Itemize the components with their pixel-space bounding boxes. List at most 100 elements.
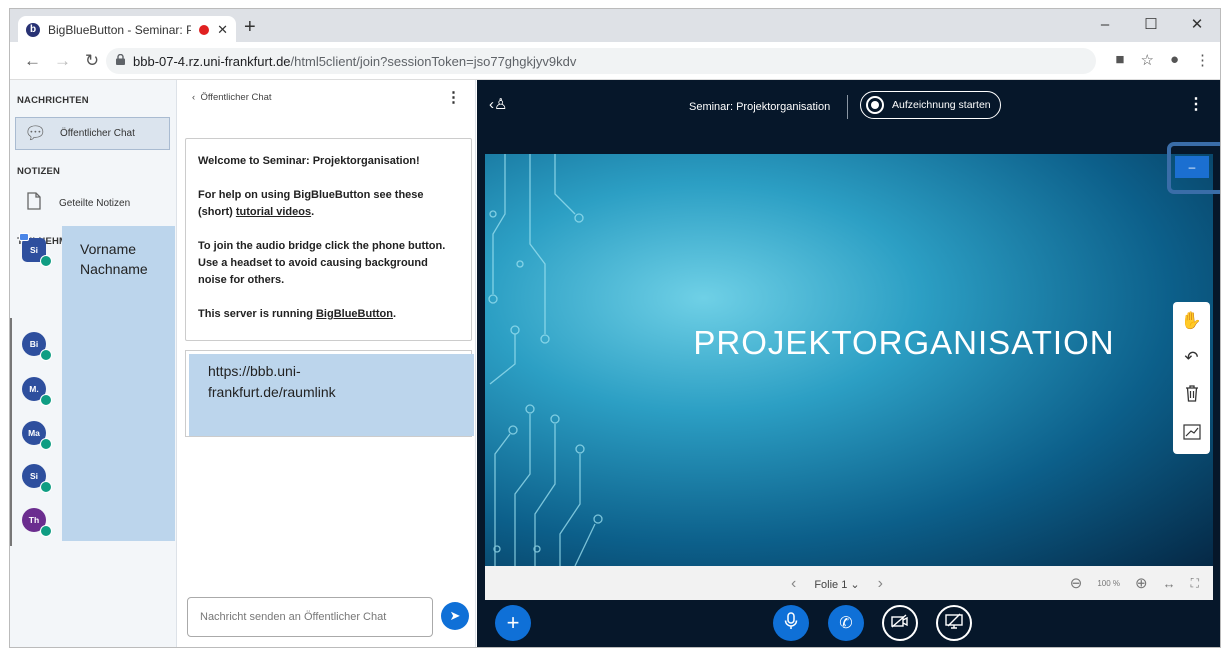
new-tab-button[interactable]: + <box>244 16 256 39</box>
more-menu-icon[interactable]: ⋮ <box>1195 51 1210 69</box>
sidebar-item-shared-notes[interactable]: Geteilte Notizen <box>15 187 170 220</box>
slide-selector[interactable]: Folie 1 ⌄ <box>814 578 859 591</box>
mute-button[interactable] <box>773 605 809 641</box>
screen-share-off-icon <box>945 613 963 634</box>
presenter-icon <box>19 233 29 241</box>
whiteboard-toolbar: ✋ ↶ <box>1173 302 1210 454</box>
message-text: https://bbb.uni-frankfurt.de/raumlink <box>208 363 336 400</box>
help-text: For help on using BigBlueButton see thes… <box>198 189 424 218</box>
divider <box>847 95 848 119</box>
window-controls: – ☐ ✕ <box>1082 9 1220 39</box>
microphone-status-icon <box>40 438 52 450</box>
chat-input[interactable]: Nachricht senden an Öffentlicher Chat <box>187 597 433 637</box>
selection-edge <box>10 318 12 546</box>
undo-icon[interactable]: ↶ <box>1184 348 1198 368</box>
next-slide-icon[interactable]: › <box>878 575 883 593</box>
chevron-left-icon: ‹ <box>192 92 196 103</box>
browser-tab[interactable]: b BigBlueButton - Seminar: Pro ✕ <box>18 16 236 43</box>
trash-icon[interactable] <box>1185 385 1199 407</box>
bigbluebutton-favicon-icon: b <box>26 22 40 37</box>
notes-heading: NOTIZEN <box>17 166 61 177</box>
share-webcam-button[interactable] <box>882 605 918 641</box>
slide-controls: ‹ Folie 1 ⌄ › ⊖ 100 % ⊕ ↔ ⛶ <box>485 566 1213 600</box>
user-avatar[interactable]: Bi <box>22 332 52 361</box>
zoom-in-icon[interactable]: ⊕ <box>1135 574 1148 592</box>
options-menu-icon[interactable]: ⋮ <box>1188 94 1204 114</box>
record-icon <box>866 96 884 114</box>
microphone-status-icon <box>40 525 52 537</box>
shared-notes-label: Geteilte Notizen <box>59 198 131 209</box>
browser-window: b BigBlueButton - Seminar: Pro ✕ + – ☐ ✕… <box>9 8 1221 648</box>
actions-button[interactable]: + <box>495 605 531 641</box>
messages-heading: NACHRICHTEN <box>17 95 89 106</box>
url-host: bbb-07-4.rz.uni-frankfurt.de <box>133 53 291 69</box>
browser-actions: ■ ☆ ● ⋮ <box>1115 51 1210 69</box>
document-icon <box>23 192 45 215</box>
url-path: /html5client/join?sessionToken=jso77ghgk… <box>290 53 577 69</box>
welcome-title: Welcome to Seminar: Projektorganisation! <box>198 155 420 167</box>
minimize-window-button[interactable]: – <box>1082 9 1128 39</box>
action-bar: + ✆ <box>477 600 1220 647</box>
microphone-status-icon <box>40 481 52 493</box>
url-field[interactable]: bbb-07-4.rz.uni-frankfurt.de/html5client… <box>106 48 1096 74</box>
recording-indicator-icon <box>199 24 210 35</box>
user-avatar[interactable]: Si <box>22 464 52 493</box>
highlighted-user-name: Vorname Nachname <box>80 241 148 277</box>
audio-text: To join the audio bridge click the phone… <box>198 240 446 286</box>
user-avatar[interactable]: M. <box>22 377 52 406</box>
chat-bubble-icon: 💬︎ <box>24 123 47 143</box>
meeting-name: Seminar: Projektorganisation <box>689 101 831 113</box>
user-avatar[interactable]: Si <box>19 233 52 267</box>
chat-message: https://bbb.uni-frankfurt.de/raumlink <box>185 350 474 437</box>
send-icon: ➤ <box>449 608 461 623</box>
bigbluebutton-link[interactable]: BigBlueButton <box>316 308 393 320</box>
star-icon[interactable]: ☆ <box>1140 51 1153 69</box>
user-avatar[interactable]: Ma <box>22 421 52 450</box>
line-tool-icon[interactable] <box>1182 424 1201 445</box>
bbb-client: NACHRICHTEN 💬︎ Öffentlicher Chat NOTIZEN… <box>10 80 1220 647</box>
forward-arrow-icon[interactable]: → <box>54 51 71 71</box>
microphone-status-icon <box>40 394 52 406</box>
welcome-message: Welcome to Seminar: Projektorganisation!… <box>185 138 472 341</box>
toggle-user-list-icon[interactable]: ‹♙ <box>489 95 507 113</box>
main-header: ‹♙ Seminar: Projektorganisation Aufzeich… <box>477 80 1220 130</box>
fit-width-icon[interactable]: ↔ <box>1163 576 1176 591</box>
tab-title: BigBlueButton - Seminar: Pro <box>48 22 192 37</box>
chevron-down-icon: ⌄ <box>850 578 860 591</box>
webcam-off-icon <box>891 613 909 633</box>
chat-header[interactable]: ‹ Öffentlicher Chat <box>192 92 272 103</box>
reload-icon[interactable]: ↻ <box>84 51 100 71</box>
phone-icon: ✆ <box>839 615 853 632</box>
slide-navigation: ‹ Folie 1 ⌄ › <box>791 575 883 593</box>
zoom-out-icon[interactable]: ⊖ <box>1070 574 1083 592</box>
close-window-button[interactable]: ✕ <box>1174 9 1220 39</box>
user-list-sidebar: NACHRICHTEN 💬︎ Öffentlicher Chat NOTIZEN… <box>10 80 177 647</box>
plus-icon: + <box>506 610 520 635</box>
send-button[interactable]: ➤ <box>441 602 469 630</box>
sidebar-item-public-chat[interactable]: 💬︎ Öffentlicher Chat <box>15 117 170 150</box>
chat-panel: ‹ Öffentlicher Chat ⋮ Welcome to Seminar… <box>178 80 476 647</box>
maximize-window-button[interactable]: ☐ <box>1128 9 1174 39</box>
presentation-area: ‹♙ Seminar: Projektorganisation Aufzeich… <box>477 80 1220 647</box>
back-arrow-icon[interactable]: ← <box>24 51 41 71</box>
minimize-presentation-button[interactable]: – <box>1175 156 1209 178</box>
zoom-level: 100 % <box>1097 578 1121 588</box>
tab-close-icon[interactable]: ✕ <box>217 22 228 38</box>
address-bar: ← → ↻ bbb-07-4.rz.uni-frankfurt.de/html5… <box>10 42 1220 80</box>
previous-slide-icon[interactable]: ‹ <box>791 575 796 593</box>
chat-options-icon[interactable]: ⋮ <box>446 88 461 106</box>
server-text: This server is running BigBlueButton. <box>198 308 397 320</box>
share-screen-button[interactable] <box>936 605 972 641</box>
lock-icon <box>116 53 125 68</box>
tab-bar: b BigBlueButton - Seminar: Pro ✕ + – ☐ ✕ <box>10 9 1220 43</box>
start-recording-button[interactable]: Aufzeichnung starten <box>860 91 1001 119</box>
fullscreen-icon[interactable]: ⛶ <box>1191 576 1199 591</box>
zoom-controls: ⊖ 100 % ⊕ ↔ ⛶ <box>1070 574 1199 592</box>
user-avatar[interactable]: Th <box>22 508 52 537</box>
leave-audio-button[interactable]: ✆ <box>828 605 864 641</box>
camera-indicator-icon[interactable]: ■ <box>1115 51 1124 69</box>
profile-icon[interactable]: ● <box>1170 51 1179 69</box>
microphone-status-icon <box>40 349 52 361</box>
tutorial-videos-link[interactable]: tutorial videos <box>236 206 311 218</box>
hand-tool-icon[interactable]: ✋ <box>1181 311 1202 331</box>
